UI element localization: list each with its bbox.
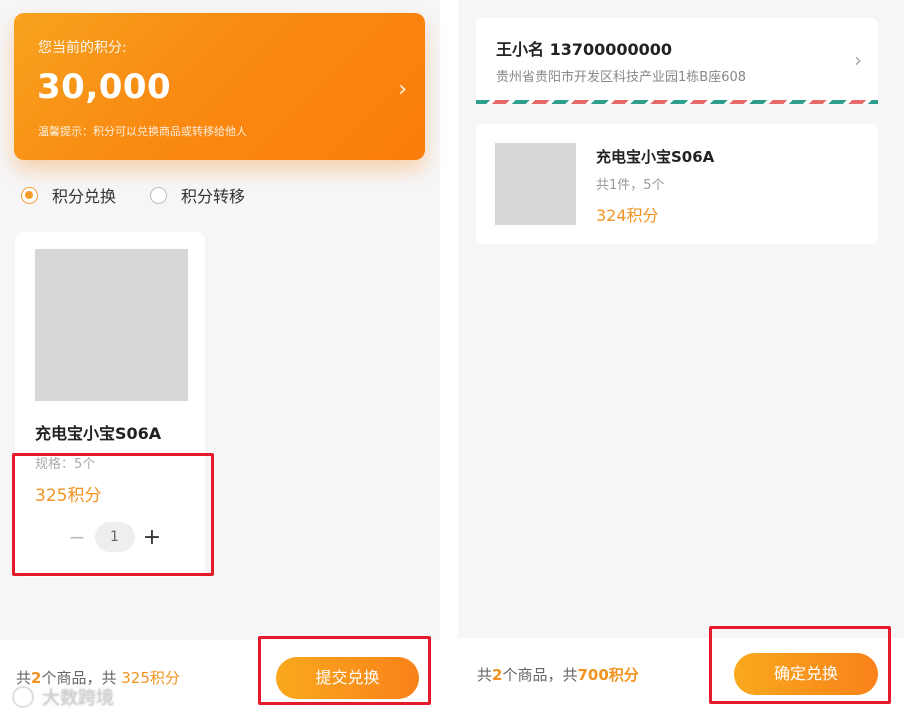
product-name: 充电宝小宝S06A: [35, 424, 162, 443]
recipient-address: 贵州省贵阳市开发区科技产业园1栋B座608: [496, 70, 747, 85]
points-label: 您当前的积分:: [38, 40, 127, 56]
watermark: 大数跨境: [12, 684, 114, 710]
points-balance-card[interactable]: 您当前的积分: 30,000 温馨提示：积分可以兑换商品或转移给他人 ›: [14, 13, 425, 160]
chevron-right-icon[interactable]: ›: [854, 48, 862, 72]
address-card[interactable]: 王小名 13700000000 贵州省贵阳市开发区科技产业园1栋B座608 ›: [476, 18, 878, 104]
points-tip: 温馨提示：积分可以兑换商品或转移给他人: [38, 125, 247, 138]
summary-total: 700积分: [577, 666, 639, 684]
watermark-text: 大数跨境: [42, 688, 114, 709]
confirm-exchange-screen: 王小名 13700000000 贵州省贵阳市开发区科技产业园1栋B座608 › …: [458, 0, 904, 716]
chevron-right-icon[interactable]: ›: [398, 77, 407, 102]
right-footer-summary: 共2个商品，共700积分: [477, 664, 639, 685]
app-root: 您当前的积分: 30,000 温馨提示：积分可以兑换商品或转移给他人 › 积分兑…: [0, 0, 904, 716]
recipient-name-phone: 王小名 13700000000: [496, 40, 673, 59]
radio-checked-icon[interactable]: [21, 186, 38, 204]
address-stripe-divider: [476, 100, 878, 104]
order-item-points: 324积分: [596, 206, 659, 225]
summary-prefix: 共: [477, 666, 493, 684]
summary-total: 325积分: [121, 669, 180, 687]
radio-label-exchange[interactable]: 积分兑换: [52, 183, 116, 207]
highlight-box-confirm: [709, 626, 891, 704]
highlight-box-stepper: [12, 453, 214, 576]
summary-middle: 个商品，共: [502, 666, 578, 684]
order-item-card: 充电宝小宝S06A 共1件，5个 324积分: [476, 124, 878, 244]
highlight-box-submit: [258, 636, 431, 705]
mode-radio-group: 积分兑换 积分转移: [21, 184, 279, 206]
radio-option-transfer[interactable]: 积分转移: [150, 183, 245, 207]
summary-count: 2: [492, 666, 503, 684]
watermark-logo-icon: [12, 686, 34, 708]
radio-label-transfer[interactable]: 积分转移: [181, 183, 245, 207]
product-image-placeholder: [35, 249, 188, 401]
order-item-name: 充电宝小宝S06A: [596, 148, 715, 166]
order-item-quantity: 共1件，5个: [596, 178, 665, 193]
radio-unchecked-icon[interactable]: [150, 186, 168, 204]
points-value: 30,000: [37, 67, 172, 107]
radio-option-exchange[interactable]: 积分兑换: [21, 183, 116, 207]
points-exchange-screen: 您当前的积分: 30,000 温馨提示：积分可以兑换商品或转移给他人 › 积分兑…: [0, 0, 440, 716]
order-image-placeholder: [495, 143, 576, 225]
